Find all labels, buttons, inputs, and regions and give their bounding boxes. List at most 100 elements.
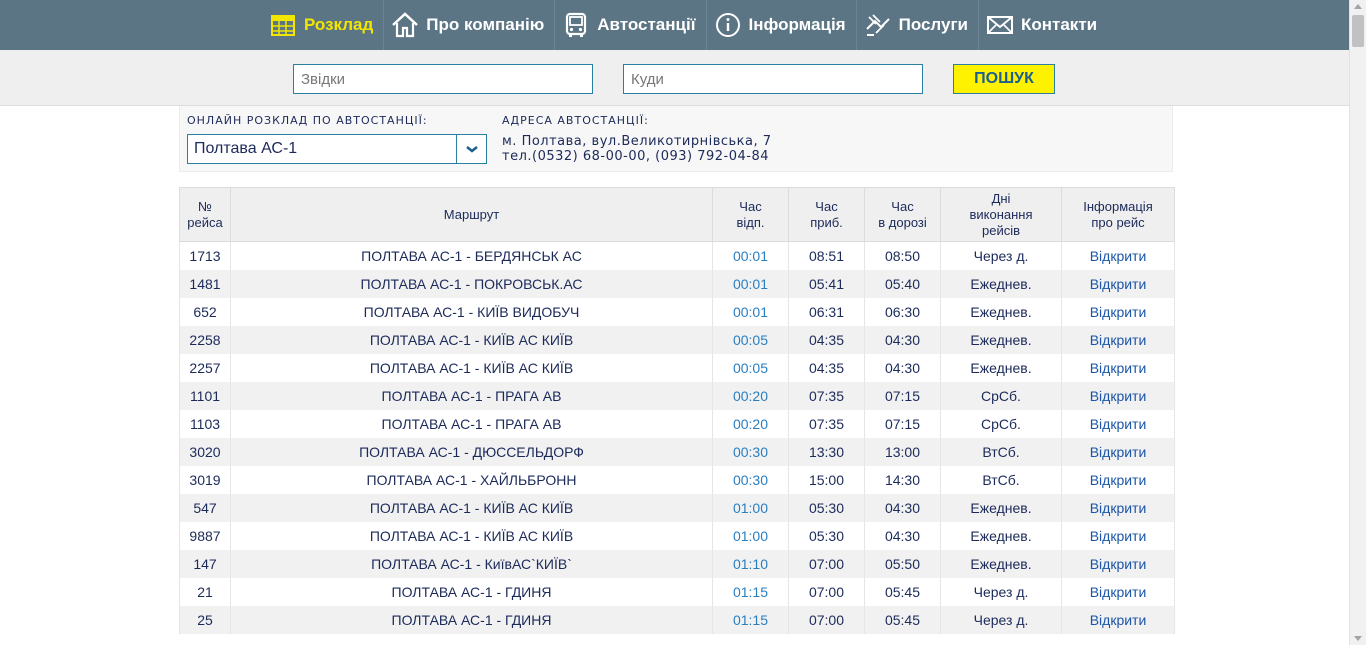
route-cell: ПОЛТАВА АС-1 - КИЇВ АС КИЇВ	[230, 521, 713, 550]
page-scrollbar[interactable]	[1349, 0, 1366, 645]
duration-cell: 05:40	[864, 269, 941, 298]
open-info-link[interactable]: Відкрити	[1061, 269, 1175, 298]
header-days: Дні виконання рейсів	[940, 187, 1062, 242]
flight-number-cell: 1481	[179, 269, 231, 298]
duration-cell: 04:30	[864, 353, 941, 382]
mail-icon	[985, 10, 1015, 40]
station-panel: ОНЛАЙН РОЗКЛАД ПО АВТОСТАНЦІЇ: Полтава А…	[179, 106, 1173, 172]
nav-item-stations[interactable]: Автостанції	[555, 0, 707, 50]
top-navigation: Розклад Про компанію Автостанції Інформа…	[0, 0, 1349, 50]
duration-cell: 14:30	[864, 465, 941, 494]
station-schedule-label: ОНЛАЙН РОЗКЛАД ПО АВТОСТАНЦІЇ:	[187, 114, 428, 127]
table-row: 652 ПОЛТАВА АС-1 - КИЇВ ВИДОБУЧ 00:01 06:31…	[179, 297, 1175, 326]
route-cell: ПОЛТАВА АС-1 - КИЇВ ВИДОБУЧ	[230, 297, 713, 326]
days-cell: Ежеднев.	[940, 549, 1062, 578]
days-cell: Ежеднев.	[940, 297, 1062, 326]
table-row: 25 ПОЛТАВА АС-1 - ГДИНЯ 01:15 07:00 05:45 Чер…	[179, 605, 1175, 634]
route-cell: ПОЛТАВА АС-1 - КиївАС`КИЇВ`	[230, 549, 713, 578]
bus-icon	[561, 10, 591, 40]
flight-number-cell: 3019	[179, 465, 231, 494]
from-input[interactable]	[293, 64, 593, 94]
arrival-time-cell: 08:51	[788, 241, 865, 270]
route-cell: ПОЛТАВА АС-1 - БЕРДЯНСЬК АС	[230, 241, 713, 270]
table-row: 21 ПОЛТАВА АС-1 - ГДИНЯ 01:15 07:00 05:45 Чер…	[179, 577, 1175, 606]
table-row: 1713 ПОЛТАВА АС-1 - БЕРДЯНСЬК АС 00:01 08:5…	[179, 241, 1175, 270]
nav-item-services[interactable]: Послуги	[857, 0, 979, 50]
to-input[interactable]	[623, 64, 923, 94]
table-row: 3020 ПОЛТАВА АС-1 - ДЮССЕЛЬДОРФ 00:30 13:30…	[179, 437, 1175, 466]
arrival-time-cell: 07:35	[788, 409, 865, 438]
arrival-time-cell: 06:31	[788, 297, 865, 326]
table-row: 3019 ПОЛТАВА АС-1 - ХАЙЛЬБРОНН 00:30 15:00 1…	[179, 465, 1175, 494]
open-info-link[interactable]: Відкрити	[1061, 241, 1175, 270]
open-info-link[interactable]: Відкрити	[1061, 549, 1175, 578]
header-flight-number: № рейса	[179, 187, 231, 242]
open-info-link[interactable]: Відкрити	[1061, 437, 1175, 466]
arrival-time-cell: 07:35	[788, 381, 865, 410]
open-info-link[interactable]: Відкрити	[1061, 521, 1175, 550]
open-info-link[interactable]: Відкрити	[1061, 297, 1175, 326]
departure-time-cell: 01:15	[712, 605, 789, 634]
days-cell: Через д.	[940, 605, 1062, 634]
days-cell: ВтСб.	[940, 437, 1062, 466]
open-info-link[interactable]: Відкрити	[1061, 577, 1175, 606]
departure-time-cell: 00:30	[712, 437, 789, 466]
table-row: 2258 ПОЛТАВА АС-1 - КИЇВ АС КИЇВ 00:05 04:3…	[179, 325, 1175, 354]
days-cell: СрСб.	[940, 381, 1062, 410]
header-duration: Час в дорозі	[864, 187, 941, 242]
station-select[interactable]: Полтава АС-1	[187, 134, 487, 164]
open-info-link[interactable]: Відкрити	[1061, 381, 1175, 410]
arrival-time-cell: 15:00	[788, 465, 865, 494]
open-info-link[interactable]: Відкрити	[1061, 605, 1175, 634]
flight-number-cell: 2258	[179, 325, 231, 354]
nav-item-contacts[interactable]: Контакти	[979, 0, 1107, 50]
nav-item-about[interactable]: Про компанію	[384, 0, 556, 50]
arrival-time-cell: 04:35	[788, 325, 865, 354]
route-cell: ПОЛТАВА АС-1 - ДЮССЕЛЬДОРФ	[230, 437, 713, 466]
open-info-link[interactable]: Відкрити	[1061, 353, 1175, 382]
open-info-link[interactable]: Відкрити	[1061, 493, 1175, 522]
scroll-thumb[interactable]	[1352, 15, 1364, 47]
search-button[interactable]: ПОШУК	[953, 64, 1055, 94]
days-cell: Через д.	[940, 241, 1062, 270]
duration-cell: 07:15	[864, 409, 941, 438]
days-cell: Ежеднев.	[940, 353, 1062, 382]
flight-number-cell: 1101	[179, 381, 231, 410]
route-cell: ПОЛТАВА АС-1 - КИЇВ АС КИЇВ	[230, 493, 713, 522]
nav-label: Послуги	[898, 15, 968, 34]
arrival-time-cell: 13:30	[788, 437, 865, 466]
departure-time-cell: 01:10	[712, 549, 789, 578]
departure-time-cell: 00:01	[712, 269, 789, 298]
nav-item-schedule[interactable]: Розклад	[262, 0, 385, 50]
days-cell: Ежеднев.	[940, 269, 1062, 298]
table-row: 547 ПОЛТАВА АС-1 - КИЇВ АС КИЇВ 01:00 05:30…	[179, 493, 1175, 522]
nav-item-information[interactable]: Інформація	[707, 0, 857, 50]
departure-time-cell: 00:05	[712, 353, 789, 382]
open-info-link[interactable]: Відкрити	[1061, 409, 1175, 438]
scroll-down-icon[interactable]	[1354, 636, 1362, 641]
open-info-link[interactable]: Відкрити	[1061, 325, 1175, 354]
route-cell: ПОЛТАВА АС-1 - ПРАГА АВ	[230, 381, 713, 410]
duration-cell: 07:15	[864, 381, 941, 410]
open-info-link[interactable]: Відкрити	[1061, 465, 1175, 494]
nav-label: Розклад	[304, 15, 374, 34]
table-body: 1713 ПОЛТАВА АС-1 - БЕРДЯНСЬК АС 00:01 08:5…	[179, 241, 1175, 634]
scroll-up-icon[interactable]	[1354, 4, 1362, 9]
search-bar: ПОШУК	[0, 50, 1349, 106]
days-cell: Ежеднев.	[940, 521, 1062, 550]
flight-number-cell: 1103	[179, 409, 231, 438]
header-arrival: Час приб.	[788, 187, 865, 242]
chevron-down-icon[interactable]	[456, 135, 486, 163]
flight-number-cell: 652	[179, 297, 231, 326]
arrival-time-cell: 05:30	[788, 493, 865, 522]
days-cell: Ежеднев.	[940, 493, 1062, 522]
station-address-label: АДРЕСА АВТОСТАНЦІЇ:	[502, 114, 649, 127]
flight-number-cell: 2257	[179, 353, 231, 382]
home-icon	[390, 10, 420, 40]
route-cell: ПОЛТАВА АС-1 - КИЇВ АС КИЇВ	[230, 325, 713, 354]
flight-number-cell: 147	[179, 549, 231, 578]
flight-number-cell: 9887	[179, 521, 231, 550]
departure-time-cell: 00:01	[712, 297, 789, 326]
route-cell: ПОЛТАВА АС-1 - ХАЙЛЬБРОНН	[230, 465, 713, 494]
arrival-time-cell: 07:00	[788, 577, 865, 606]
